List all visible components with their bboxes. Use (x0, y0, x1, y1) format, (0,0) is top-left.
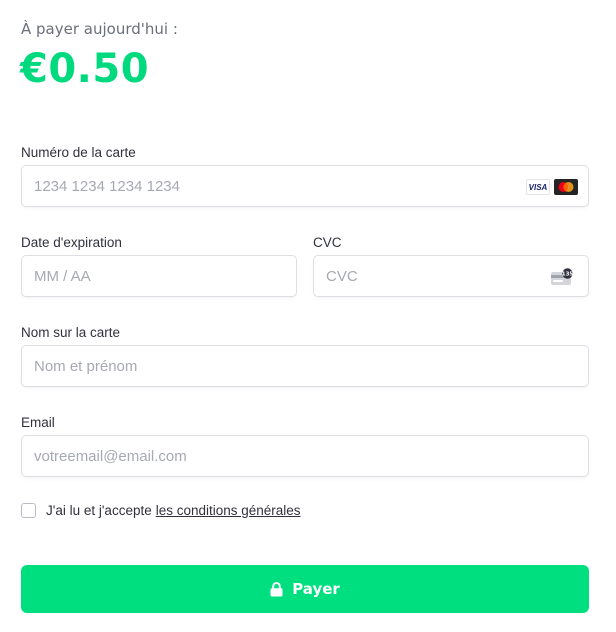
expiry-label: Date d'expiration (21, 235, 122, 250)
amount-value: €0.50 (20, 46, 150, 92)
email-field[interactable] (21, 435, 589, 477)
cvc-field[interactable]: 135 (313, 255, 589, 297)
cvc-label: CVC (313, 235, 342, 250)
mastercard-icon (554, 179, 578, 195)
expiry-field[interactable] (21, 255, 297, 297)
pay-button[interactable]: Payer (21, 565, 589, 613)
card-brands: VISA (526, 179, 578, 195)
name-field[interactable] (21, 345, 589, 387)
amount-label: À payer aujourd'hui : (21, 20, 178, 38)
cvc-icon-digits: 135 (562, 272, 574, 278)
name-input[interactable] (22, 346, 588, 386)
cvc-input[interactable] (314, 256, 588, 296)
pay-button-label: Payer (292, 580, 340, 598)
email-label: Email (21, 415, 55, 430)
terms-link[interactable]: les conditions générales (156, 503, 301, 518)
name-label: Nom sur la carte (21, 325, 121, 340)
card-number-field[interactable]: VISA (21, 165, 589, 207)
card-number-label: Numéro de la carte (21, 145, 136, 160)
visa-icon-text: VISA (528, 182, 548, 192)
visa-icon: VISA (526, 179, 550, 195)
card-number-input[interactable] (22, 166, 588, 206)
expiry-input[interactable] (22, 256, 296, 296)
lock-icon (270, 581, 283, 597)
terms-checkbox[interactable] (21, 503, 36, 518)
email-input[interactable] (22, 436, 588, 476)
terms-row: J'ai lu et j'accepte les conditions géné… (21, 503, 301, 518)
cvc-card-icon: 135 (550, 268, 574, 290)
terms-text: J'ai lu et j'accepte (46, 503, 152, 518)
